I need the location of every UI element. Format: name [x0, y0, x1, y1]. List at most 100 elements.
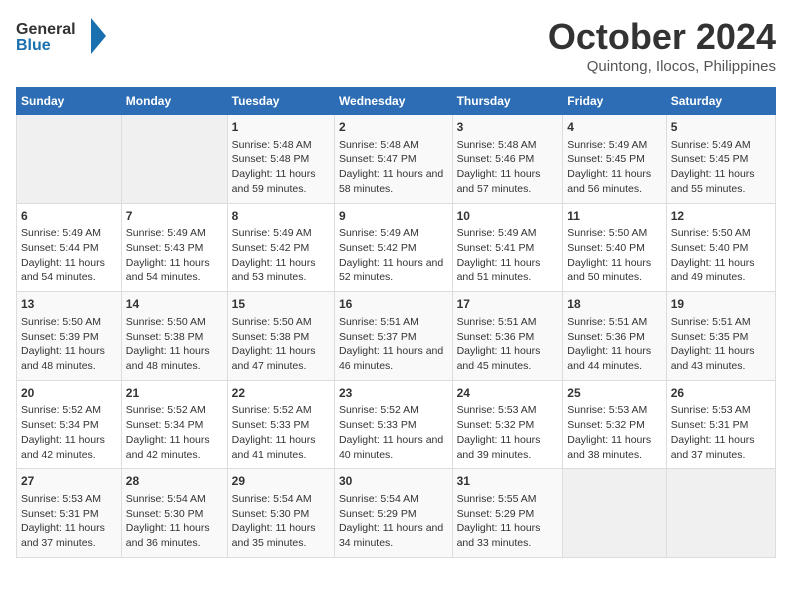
day-number: 27: [21, 473, 117, 490]
svg-text:Blue: Blue: [16, 37, 51, 54]
calendar-cell: 15Sunrise: 5:50 AM Sunset: 5:38 PM Dayli…: [227, 292, 334, 381]
day-number: 31: [457, 473, 559, 490]
day-number: 3: [457, 119, 559, 136]
calendar-cell: 17Sunrise: 5:51 AM Sunset: 5:36 PM Dayli…: [452, 292, 563, 381]
day-number: 18: [567, 296, 661, 313]
calendar-cell: 14 Sunrise: 5:50 AM Sunset: 5:38 PM Dayli…: [121, 292, 227, 381]
day-info: Sunrise: 5:50 AM Sunset: 5:40 PM Dayligh…: [671, 226, 771, 285]
month-title: October 2024: [548, 16, 776, 58]
day-info: Sunrise: 5:48 AM Sunset: 5:48 PM Dayligh…: [232, 138, 330, 197]
header-day: Wednesday: [334, 88, 452, 115]
day-number: 17: [457, 296, 559, 313]
day-number: 9: [339, 208, 448, 225]
day-number: 20: [21, 385, 117, 402]
calendar-cell: 12Sunrise: 5:50 AM Sunset: 5:40 PM Dayli…: [666, 203, 775, 292]
header-day: Friday: [563, 88, 666, 115]
day-info: Sunrise: 5:50 AM Sunset: 5:40 PM Dayligh…: [567, 226, 661, 285]
day-number: 7: [126, 208, 223, 225]
day-number: 22: [232, 385, 330, 402]
day-info: Sunrise: 5:49 AM Sunset: 5:45 PM Dayligh…: [671, 138, 771, 197]
calendar-cell: 7Sunrise: 5:49 AM Sunset: 5:43 PM Daylig…: [121, 203, 227, 292]
calendar-week-row: 20Sunrise: 5:52 AM Sunset: 5:34 PM Dayli…: [17, 380, 776, 469]
day-info: Sunrise: 5:52 AM Sunset: 5:34 PM Dayligh…: [126, 403, 223, 462]
day-info: Sunrise: 5:54 AM Sunset: 5:30 PM Dayligh…: [126, 492, 223, 551]
day-number: 6: [21, 208, 117, 225]
day-info: Sunrise: 5:49 AM Sunset: 5:41 PM Dayligh…: [457, 226, 559, 285]
calendar-cell: [666, 469, 775, 558]
calendar-week-row: 13Sunrise: 5:50 AM Sunset: 5:39 PM Dayli…: [17, 292, 776, 381]
day-info: Sunrise: 5:52 AM Sunset: 5:34 PM Dayligh…: [21, 403, 117, 462]
day-number: 24: [457, 385, 559, 402]
day-number: 2: [339, 119, 448, 136]
day-info: Sunrise: 5:49 AM Sunset: 5:45 PM Dayligh…: [567, 138, 661, 197]
day-number: 16: [339, 296, 448, 313]
day-info: Sunrise: 5:52 AM Sunset: 5:33 PM Dayligh…: [339, 403, 448, 462]
day-number: 23: [339, 385, 448, 402]
calendar-cell: 28 Sunrise: 5:54 AM Sunset: 5:30 PM Dayli…: [121, 469, 227, 558]
calendar-cell: 11Sunrise: 5:50 AM Sunset: 5:40 PM Dayli…: [563, 203, 666, 292]
day-info: Sunrise: 5:50 AM Sunset: 5:38 PM Dayligh…: [126, 315, 223, 374]
header-day: Monday: [121, 88, 227, 115]
day-info: Sunrise: 5:53 AM Sunset: 5:31 PM Dayligh…: [21, 492, 117, 551]
calendar-cell: 10Sunrise: 5:49 AM Sunset: 5:41 PM Dayli…: [452, 203, 563, 292]
calendar-cell: 19Sunrise: 5:51 AM Sunset: 5:35 PM Dayli…: [666, 292, 775, 381]
calendar-cell: 6Sunrise: 5:49 AM Sunset: 5:44 PM Daylig…: [17, 203, 122, 292]
day-info: Sunrise: 5:48 AM Sunset: 5:46 PM Dayligh…: [457, 138, 559, 197]
location-subtitle: Quintong, Ilocos, Philippines: [548, 58, 776, 75]
day-number: 8: [232, 208, 330, 225]
calendar-cell: [17, 115, 122, 204]
header-day: Thursday: [452, 88, 563, 115]
day-info: Sunrise: 5:53 AM Sunset: 5:32 PM Dayligh…: [457, 403, 559, 462]
day-info: Sunrise: 5:55 AM Sunset: 5:29 PM Dayligh…: [457, 492, 559, 551]
calendar-cell: 9Sunrise: 5:49 AM Sunset: 5:42 PM Daylig…: [334, 203, 452, 292]
day-info: Sunrise: 5:49 AM Sunset: 5:42 PM Dayligh…: [339, 226, 448, 285]
day-number: 30: [339, 473, 448, 490]
calendar-cell: 16 Sunrise: 5:51 AM Sunset: 5:37 PM Dayli…: [334, 292, 452, 381]
calendar-cell: [121, 115, 227, 204]
calendar-cell: 31 Sunrise: 5:55 AM Sunset: 5:29 PM Dayli…: [452, 469, 563, 558]
calendar-cell: 8Sunrise: 5:49 AM Sunset: 5:42 PM Daylig…: [227, 203, 334, 292]
calendar-week-row: 27 Sunrise: 5:53 AM Sunset: 5:31 PM Dayli…: [17, 469, 776, 558]
header-row: SundayMondayTuesdayWednesdayThursdayFrid…: [17, 88, 776, 115]
calendar-cell: 5Sunrise: 5:49 AM Sunset: 5:45 PM Daylig…: [666, 115, 775, 204]
header-day: Tuesday: [227, 88, 334, 115]
day-number: 14: [126, 296, 223, 313]
day-info: Sunrise: 5:51 AM Sunset: 5:35 PM Dayligh…: [671, 315, 771, 374]
day-info: Sunrise: 5:49 AM Sunset: 5:44 PM Dayligh…: [21, 226, 117, 285]
calendar-cell: 4Sunrise: 5:49 AM Sunset: 5:45 PM Daylig…: [563, 115, 666, 204]
calendar-cell: [563, 469, 666, 558]
calendar-cell: 1 Sunrise: 5:48 AM Sunset: 5:48 PM Daylig…: [227, 115, 334, 204]
calendar-cell: 22Sunrise: 5:52 AM Sunset: 5:33 PM Dayli…: [227, 380, 334, 469]
day-info: Sunrise: 5:54 AM Sunset: 5:29 PM Dayligh…: [339, 492, 448, 551]
day-info: Sunrise: 5:53 AM Sunset: 5:31 PM Dayligh…: [671, 403, 771, 462]
day-info: Sunrise: 5:53 AM Sunset: 5:32 PM Dayligh…: [567, 403, 661, 462]
day-number: 21: [126, 385, 223, 402]
calendar-cell: 3 Sunrise: 5:48 AM Sunset: 5:46 PM Daylig…: [452, 115, 563, 204]
day-number: 12: [671, 208, 771, 225]
calendar-cell: 13Sunrise: 5:50 AM Sunset: 5:39 PM Dayli…: [17, 292, 122, 381]
day-number: 10: [457, 208, 559, 225]
day-info: Sunrise: 5:49 AM Sunset: 5:43 PM Dayligh…: [126, 226, 223, 285]
day-number: 1: [232, 119, 330, 136]
day-info: Sunrise: 5:54 AM Sunset: 5:30 PM Dayligh…: [232, 492, 330, 551]
day-info: Sunrise: 5:50 AM Sunset: 5:39 PM Dayligh…: [21, 315, 117, 374]
calendar-cell: 20Sunrise: 5:52 AM Sunset: 5:34 PM Dayli…: [17, 380, 122, 469]
logo: GeneralBlue: [16, 16, 126, 56]
calendar-cell: 25Sunrise: 5:53 AM Sunset: 5:32 PM Dayli…: [563, 380, 666, 469]
day-info: Sunrise: 5:49 AM Sunset: 5:42 PM Dayligh…: [232, 226, 330, 285]
calendar-cell: 30 Sunrise: 5:54 AM Sunset: 5:29 PM Dayli…: [334, 469, 452, 558]
calendar-cell: 18Sunrise: 5:51 AM Sunset: 5:36 PM Dayli…: [563, 292, 666, 381]
calendar-cell: 24Sunrise: 5:53 AM Sunset: 5:32 PM Dayli…: [452, 380, 563, 469]
calendar-table: SundayMondayTuesdayWednesdayThursdayFrid…: [16, 87, 776, 558]
day-info: Sunrise: 5:50 AM Sunset: 5:38 PM Dayligh…: [232, 315, 330, 374]
calendar-week-row: 6Sunrise: 5:49 AM Sunset: 5:44 PM Daylig…: [17, 203, 776, 292]
calendar-week-row: 1 Sunrise: 5:48 AM Sunset: 5:48 PM Daylig…: [17, 115, 776, 204]
day-number: 11: [567, 208, 661, 225]
title-section: October 2024 Quintong, Ilocos, Philippin…: [548, 16, 776, 75]
day-number: 25: [567, 385, 661, 402]
calendar-cell: 21Sunrise: 5:52 AM Sunset: 5:34 PM Dayli…: [121, 380, 227, 469]
header-day: Sunday: [17, 88, 122, 115]
day-number: 28: [126, 473, 223, 490]
day-info: Sunrise: 5:51 AM Sunset: 5:37 PM Dayligh…: [339, 315, 448, 374]
calendar-cell: 26Sunrise: 5:53 AM Sunset: 5:31 PM Dayli…: [666, 380, 775, 469]
